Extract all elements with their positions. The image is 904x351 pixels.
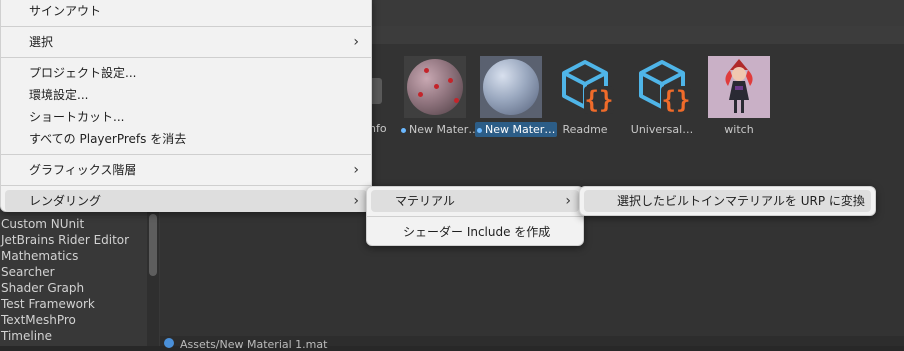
asset-label: Universal… <box>630 123 694 136</box>
menu-item-create-shader-include[interactable]: シェーダー Include を作成 <box>367 221 583 243</box>
asset-universal[interactable]: {} Universal… <box>626 56 698 137</box>
menu-separator <box>1 26 371 27</box>
package-item[interactable]: Custom NUnit <box>0 216 146 232</box>
package-item[interactable]: Shader Graph <box>0 280 146 296</box>
menu-item-label: グラフィックス階層 <box>29 163 137 177</box>
asset-witch[interactable]: witch <box>703 56 775 137</box>
material-thumbnail <box>480 56 542 118</box>
asset-readme[interactable]: {} Readme <box>549 56 621 137</box>
image-thumbnail <box>708 56 770 118</box>
menu-item-label: プロジェクト設定... <box>29 66 137 80</box>
material-submenu: 選択したビルトインマテリアルを URP に変換 <box>579 186 876 216</box>
script-asset-icon: {} <box>631 56 693 118</box>
menu-item-label: サインアウト <box>29 4 102 18</box>
menu-item-label: すべての PlayerPrefs を消去 <box>29 132 187 146</box>
modified-dot-icon <box>401 127 406 133</box>
menu-separator <box>367 216 583 217</box>
rendering-submenu: マテリアル › シェーダー Include を作成 <box>366 186 584 246</box>
chevron-right-icon: › <box>353 162 359 178</box>
package-item[interactable]: Timeline <box>0 328 146 344</box>
asset-label: New Mater… <box>485 123 556 136</box>
menu-item-label: シェーダー Include を作成 <box>403 225 551 239</box>
menu-item-rendering[interactable]: レンダリング › <box>5 190 367 212</box>
menu-item-select[interactable]: 選択 › <box>1 31 371 53</box>
menu-item-convert-to-urp[interactable]: 選択したビルトインマテリアルを URP に変換 <box>584 190 871 212</box>
menu-item-sign-out[interactable]: サインアウト <box>1 3 371 23</box>
material-thumbnail <box>404 56 466 118</box>
menu-item-clear-playerprefs[interactable]: すべての PlayerPrefs を消去 <box>1 128 371 150</box>
package-item[interactable]: Test Framework <box>0 296 146 312</box>
svg-text:{}: {} <box>662 86 691 114</box>
menu-item-label: マテリアル <box>395 194 455 208</box>
script-asset-icon: {} <box>554 56 616 118</box>
package-item[interactable]: TextMeshPro <box>0 312 146 328</box>
menu-item-project-settings[interactable]: プロジェクト設定... <box>1 62 371 84</box>
scrollbar-thumb[interactable] <box>149 214 157 276</box>
chevron-right-icon: › <box>565 193 571 209</box>
menu-separator <box>1 154 371 155</box>
chevron-right-icon: › <box>353 193 359 209</box>
menu-item-graphics-tier[interactable]: グラフィックス階層 › <box>1 159 371 181</box>
package-item[interactable]: JetBrains Rider Editor <box>0 232 146 248</box>
package-item[interactable]: Mathematics <box>0 248 146 264</box>
menu-item-label: 選択 <box>29 35 54 49</box>
asset-material-2[interactable]: New Mater… <box>475 56 558 137</box>
asset-label: New Mater… <box>409 123 480 136</box>
material-sphere-icon <box>483 59 539 115</box>
menu-item-label: 環境設定... <box>29 88 89 102</box>
asset-label: Readme <box>562 123 608 136</box>
selected-asset-path: Assets/New Material 1.mat <box>180 338 328 351</box>
menu-item-material[interactable]: マテリアル › <box>371 190 579 212</box>
menu-separator <box>1 57 371 58</box>
menu-item-shortcuts[interactable]: ショートカット... <box>1 106 371 128</box>
menu-item-preferences[interactable]: 環境設定... <box>1 84 371 106</box>
svg-text:{}: {} <box>585 86 614 114</box>
asset-label: witch <box>724 123 754 136</box>
main-dropdown-menu: サインアウト 選択 › プロジェクト設定... 環境設定... ショートカット.… <box>0 0 372 212</box>
chevron-right-icon: › <box>353 34 359 50</box>
package-list: Custom NUnit JetBrains Rider Editor Math… <box>0 216 146 344</box>
menu-item-label: 選択したビルトインマテリアルを URP に変換 <box>617 194 865 208</box>
menu-separator <box>1 185 371 186</box>
tree-scrollbar[interactable] <box>147 210 159 346</box>
menu-item-label: ショートカット... <box>29 110 125 124</box>
package-item[interactable]: Searcher <box>0 264 146 280</box>
material-status-icon <box>164 338 174 348</box>
asset-material-1[interactable]: New Mater… <box>399 56 479 137</box>
menu-item-label: レンダリング <box>29 194 102 208</box>
modified-dot-icon <box>477 127 482 133</box>
